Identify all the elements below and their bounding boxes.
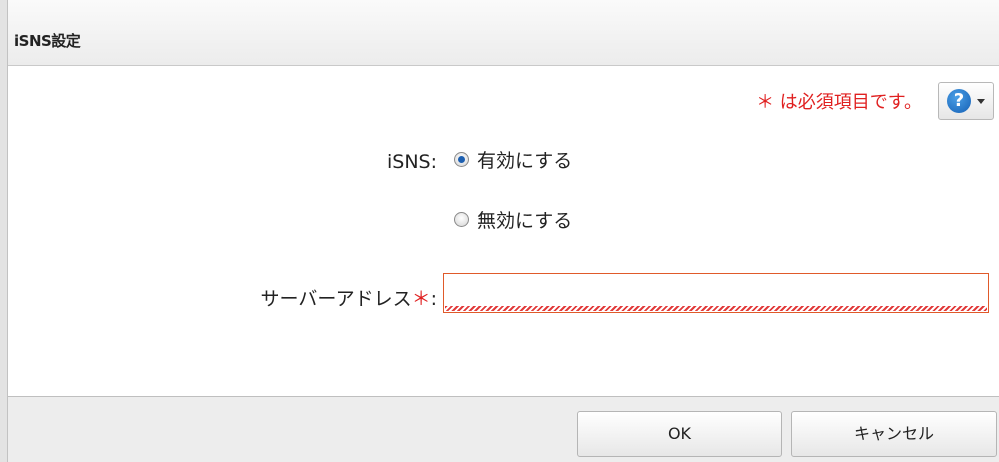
isns-disable-radio[interactable] — [454, 212, 469, 227]
dialog-content: ＊ は必須項目です。 ? iSNS: 有効にする 無効にする サーバーアドレス＊… — [8, 66, 999, 397]
required-marker: ＊ — [411, 288, 431, 310]
ok-button[interactable]: OK — [577, 411, 782, 457]
caret-down-icon — [977, 99, 985, 104]
required-note: ＊ は必須項目です。 — [756, 92, 922, 113]
isns-enable-option[interactable]: 有効にする — [454, 146, 572, 173]
server-address-label: サーバーアドレス＊: — [261, 284, 437, 311]
server-address-input[interactable] — [443, 273, 989, 313]
isns-label: iSNS: — [386, 151, 437, 173]
isns-enable-label: 有効にする — [477, 150, 573, 172]
help-dropdown-button[interactable]: ? — [938, 82, 994, 120]
server-address-label-text: サーバーアドレス — [260, 288, 412, 310]
dialog-title: iSNS設定 — [14, 32, 81, 50]
server-address-colon: : — [430, 288, 437, 310]
isns-disable-option[interactable]: 無効にする — [454, 206, 572, 233]
isns-settings-dialog: iSNS設定 ＊ は必須項目です。 ? iSNS: 有効にする 無効にする サー… — [7, 0, 999, 462]
isns-enable-radio[interactable] — [454, 152, 469, 167]
cancel-button[interactable]: キャンセル — [791, 411, 997, 457]
dialog-title-bar[interactable]: iSNS設定 — [8, 0, 999, 66]
isns-disable-label: 無効にする — [477, 210, 573, 232]
question-circle-icon: ? — [947, 89, 971, 113]
